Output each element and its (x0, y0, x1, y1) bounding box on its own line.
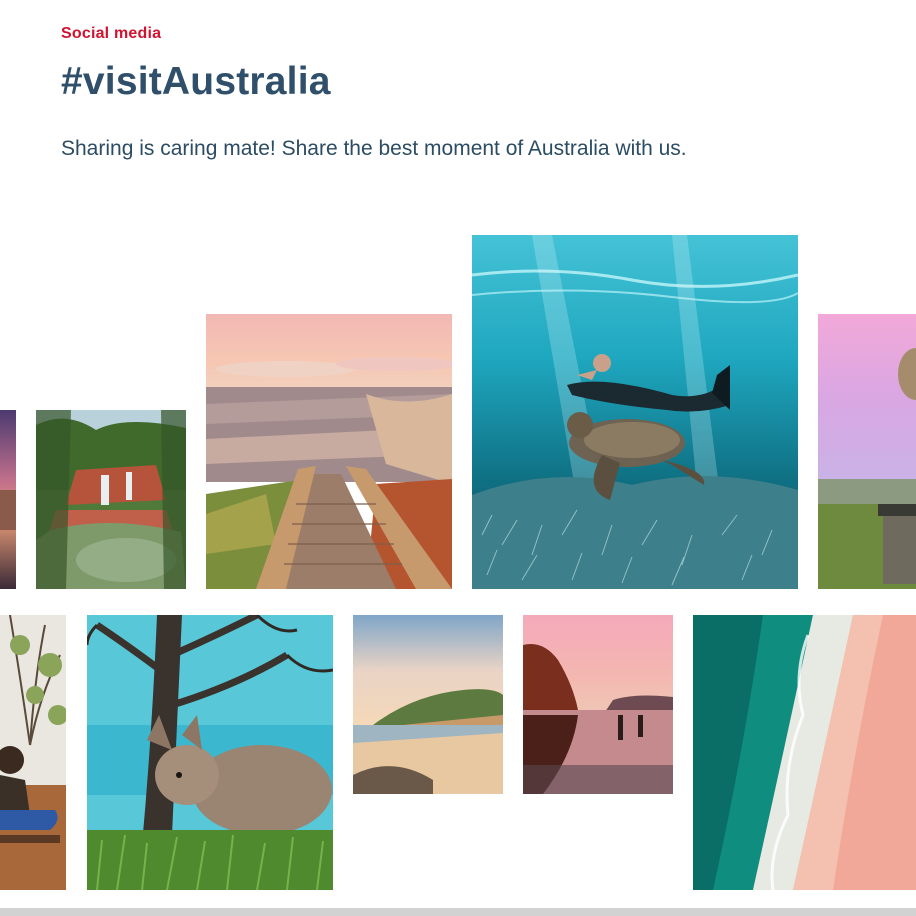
photo-sunset-cliff[interactable] (0, 410, 16, 589)
photo-diver-sea-turtle[interactable] (472, 235, 798, 589)
photo-kangaroo-tree[interactable] (87, 615, 333, 890)
photo-person-pink-sky[interactable] (818, 314, 916, 589)
photo-red-rock-reflection[interactable] (523, 615, 673, 794)
section-subtitle: Sharing is caring mate! Share the best m… (61, 137, 687, 160)
horizontal-scrollbar[interactable] (0, 908, 916, 916)
photo-waterfall-pools[interactable] (36, 410, 186, 589)
section-title: #visitAustralia (61, 60, 331, 103)
photo-boardwalk-beach[interactable] (206, 314, 452, 589)
photo-beach-cove[interactable] (353, 615, 503, 794)
section-eyebrow: Social media (61, 25, 162, 42)
photo-aboriginal-artist[interactable] (0, 615, 66, 890)
photo-aerial-pink-beach[interactable] (693, 615, 916, 890)
